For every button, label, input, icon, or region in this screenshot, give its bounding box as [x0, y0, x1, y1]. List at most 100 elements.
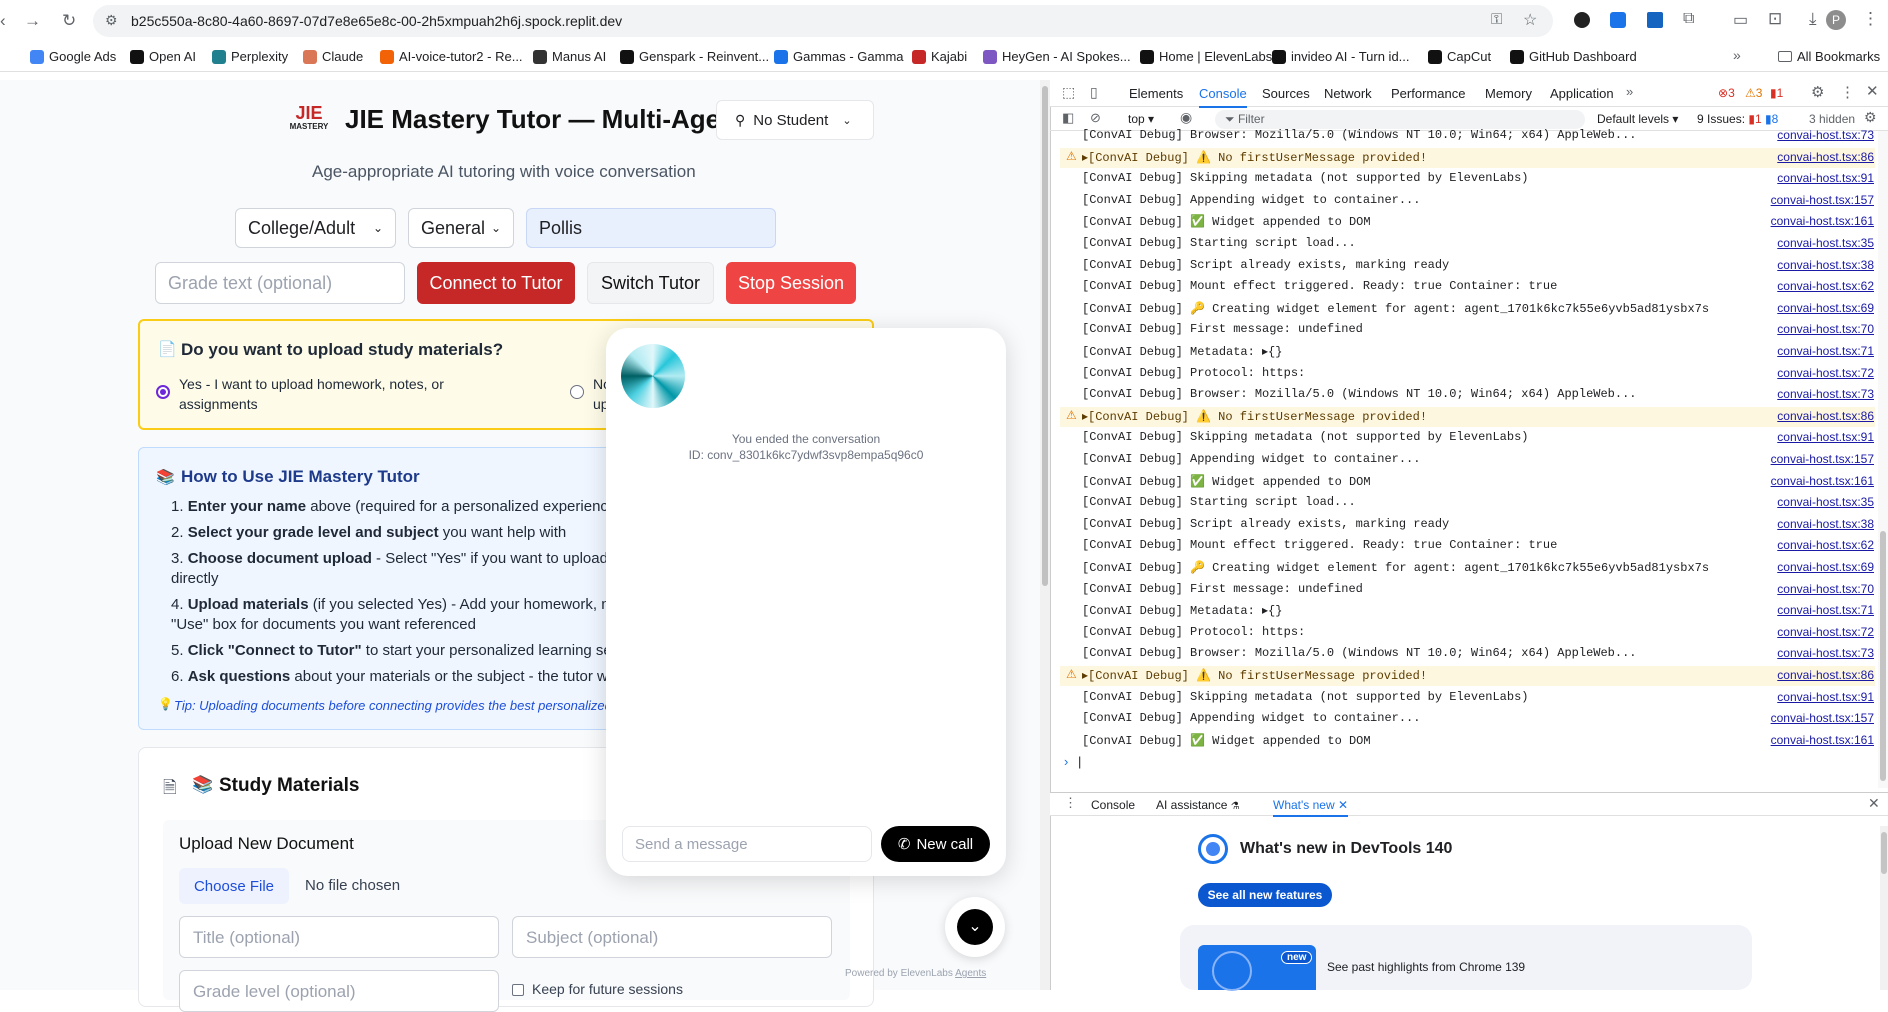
download-icon[interactable]: ⤓ — [1809, 9, 1817, 29]
console-scrollbar-thumb[interactable] — [1880, 531, 1886, 781]
console-source-link[interactable]: convai-host.tsx:73 — [1777, 646, 1874, 660]
drawer-scrollbar[interactable] — [1880, 826, 1888, 990]
issues-counter[interactable]: 9 Issues: ▮1 ▮8 — [1697, 112, 1778, 126]
drawer-menu-icon[interactable]: ⋮ — [1064, 795, 1077, 811]
stop-session-button[interactable]: Stop Session — [726, 262, 856, 304]
console-source-link[interactable]: convai-host.tsx:73 — [1777, 128, 1874, 142]
bookmark-item[interactable]: Kajabi — [912, 49, 967, 64]
connect-to-tutor-button[interactable]: Connect to Tutor — [417, 262, 575, 304]
upload-yes-label[interactable]: Yes - I want to upload homework, notes, … — [179, 374, 479, 414]
console-source-link[interactable]: convai-host.tsx:72 — [1777, 625, 1874, 639]
console-source-link[interactable]: convai-host.tsx:69 — [1777, 560, 1874, 574]
page-scrollbar[interactable] — [1040, 80, 1050, 990]
warning-count[interactable]: ⚠3 — [1745, 86, 1762, 100]
close-devtools-icon[interactable]: ✕ — [1866, 82, 1879, 100]
new-call-button[interactable]: ✆ New call — [881, 826, 990, 862]
console-source-link[interactable]: convai-host.tsx:69 — [1777, 301, 1874, 315]
console-source-link[interactable]: convai-host.tsx:71 — [1777, 603, 1874, 617]
console-source-link[interactable]: convai-host.tsx:35 — [1777, 495, 1874, 509]
highlights-card[interactable]: new See past highlights from Chrome 139 — [1180, 925, 1752, 991]
devtools-tab-sources[interactable]: Sources — [1262, 86, 1310, 101]
bookmark-item[interactable]: Manus AI — [533, 49, 606, 64]
password-key-icon[interactable]: ⚿ — [1491, 11, 1502, 28]
devtools-tab-network[interactable]: Network — [1324, 86, 1372, 101]
widget-toggle[interactable]: ⌄ — [945, 897, 1005, 957]
grade-text-input[interactable]: Grade text (optional) — [155, 262, 405, 304]
upload-yes-radio[interactable] — [156, 385, 170, 399]
page-scrollbar-thumb[interactable] — [1042, 86, 1048, 586]
devtools-tab-application[interactable]: Application — [1550, 86, 1614, 101]
console-source-link[interactable]: convai-host.tsx:86 — [1777, 409, 1874, 423]
log-levels-select[interactable]: Default levels ▾ — [1597, 112, 1678, 126]
console-source-link[interactable]: convai-host.tsx:157 — [1771, 711, 1874, 725]
console-source-link[interactable]: convai-host.tsx:91 — [1777, 690, 1874, 704]
console-source-link[interactable]: convai-host.tsx:161 — [1771, 474, 1874, 488]
bookmark-item[interactable]: AI-voice-tutor2 - Re... — [380, 49, 523, 64]
live-expression-eye-icon[interactable]: ◉ — [1180, 109, 1192, 126]
drawer-scrollbar-thumb[interactable] — [1881, 832, 1887, 874]
device-toolbar-icon[interactable]: ▯ — [1090, 84, 1098, 101]
devtools-tab-memory[interactable]: Memory — [1485, 86, 1532, 101]
settings-gear-icon[interactable]: ⚙ — [1811, 83, 1824, 101]
extensions-puzzle-icon[interactable]: ⧉ — [1683, 10, 1694, 28]
sidebar-toggle-icon[interactable]: ◧ — [1062, 110, 1074, 126]
console-source-link[interactable]: convai-host.tsx:91 — [1777, 430, 1874, 444]
grade-select[interactable]: College/Adult ⌄ — [235, 208, 396, 248]
grade-level-input[interactable]: Grade level (optional) — [179, 970, 499, 1012]
clear-console-icon[interactable]: ⊘ — [1090, 110, 1101, 126]
menu-kebab-icon[interactable]: ⋮ — [1862, 9, 1879, 29]
drawer-tab-ai-assistance[interactable]: AI assistance ⚗ — [1156, 798, 1240, 812]
console-source-link[interactable]: convai-host.tsx:157 — [1771, 452, 1874, 466]
console-source-link[interactable]: convai-host.tsx:70 — [1777, 582, 1874, 596]
bookmark-item[interactable]: Claude — [303, 49, 363, 64]
student-select[interactable]: ⚲ No Student ⌄ — [716, 100, 874, 140]
name-input[interactable]: Pollis — [526, 208, 776, 248]
console-prompt[interactable]: › — [1064, 754, 1068, 769]
console-source-link[interactable]: convai-host.tsx:86 — [1777, 668, 1874, 682]
devtools-menu-icon[interactable]: ⋮ — [1840, 83, 1855, 101]
profile-avatar[interactable]: P — [1826, 10, 1846, 30]
console-source-link[interactable]: convai-host.tsx:161 — [1771, 733, 1874, 747]
cast-icon[interactable]: ⊡ — [1768, 9, 1782, 29]
more-tabs-icon[interactable]: » — [1626, 84, 1633, 99]
switch-tutor-button[interactable]: Switch Tutor — [587, 262, 714, 304]
reload-icon[interactable]: ↻ — [62, 11, 76, 31]
console-source-link[interactable]: convai-host.tsx:38 — [1777, 258, 1874, 272]
console-source-link[interactable]: convai-host.tsx:91 — [1777, 171, 1874, 185]
bookmark-item[interactable]: invideo AI - Turn id... — [1272, 49, 1410, 64]
error-count[interactable]: ⊗3 — [1718, 86, 1735, 100]
drawer-tab-console[interactable]: Console — [1091, 798, 1135, 812]
bookmark-item[interactable]: Perplexity — [212, 49, 288, 64]
drawer-tab-whats-new[interactable]: What's new ✕ — [1273, 798, 1349, 817]
console-source-link[interactable]: convai-host.tsx:62 — [1777, 538, 1874, 552]
choose-file-button[interactable]: Choose File — [179, 868, 289, 904]
console-source-link[interactable]: convai-host.tsx:38 — [1777, 517, 1874, 531]
side-panel-icon[interactable]: ▭ — [1733, 10, 1748, 30]
bookmark-item[interactable]: GitHub Dashboard — [1510, 49, 1637, 64]
bookmark-item[interactable]: Gammas - Gamma — [774, 49, 904, 64]
console-source-link[interactable]: convai-host.tsx:71 — [1777, 344, 1874, 358]
console-source-link[interactable]: convai-host.tsx:86 — [1777, 150, 1874, 164]
console-source-link[interactable]: convai-host.tsx:73 — [1777, 387, 1874, 401]
console-settings-icon[interactable]: ⚙ — [1864, 109, 1877, 126]
devtools-tab-performance[interactable]: Performance — [1391, 86, 1465, 101]
bookmarks-overflow-icon[interactable]: » — [1733, 47, 1741, 63]
bookmark-item[interactable]: Google Ads — [30, 49, 116, 64]
console-source-link[interactable]: convai-host.tsx:35 — [1777, 236, 1874, 250]
title-input[interactable]: Title (optional) — [179, 916, 499, 958]
console-source-link[interactable]: convai-host.tsx:157 — [1771, 193, 1874, 207]
close-drawer-icon[interactable]: ✕ — [1868, 795, 1880, 812]
see-all-features-button[interactable]: See all new features — [1198, 883, 1332, 907]
console-source-link[interactable]: convai-host.tsx:70 — [1777, 322, 1874, 336]
back-icon[interactable]: ‹ — [0, 11, 6, 31]
extension-icon[interactable] — [1647, 12, 1663, 28]
all-bookmarks[interactable]: All Bookmarks — [1778, 49, 1880, 64]
console-source-link[interactable]: convai-host.tsx:62 — [1777, 279, 1874, 293]
url-text[interactable]: b25c550a-8c80-4a60-8697-07d7e8e65e8c-00-… — [131, 13, 622, 29]
console-input-cursor[interactable]: | — [1078, 754, 1081, 769]
console-source-link[interactable]: convai-host.tsx:161 — [1771, 214, 1874, 228]
bookmark-item[interactable]: CapCut — [1428, 49, 1491, 64]
forward-icon[interactable]: → — [24, 11, 41, 31]
console-scrollbar[interactable] — [1878, 131, 1888, 788]
devtools-tab-elements[interactable]: Elements — [1129, 86, 1183, 101]
